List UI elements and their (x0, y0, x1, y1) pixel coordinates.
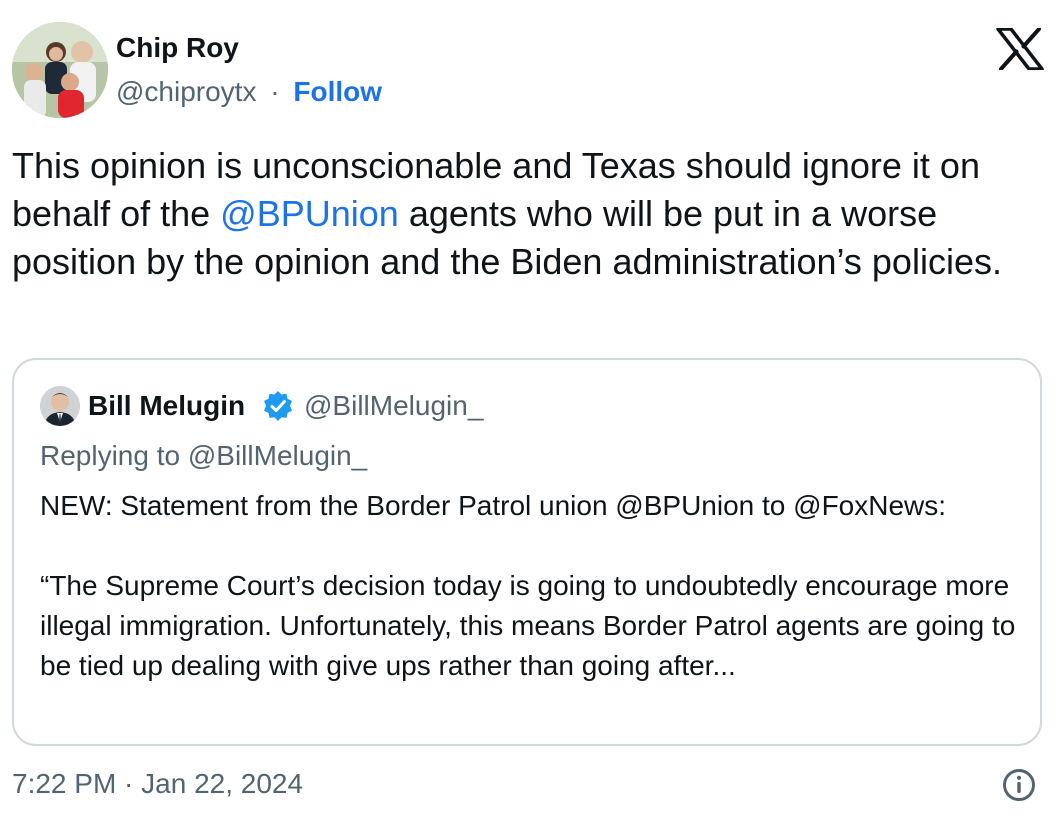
quoted-author-handle[interactable]: @BillMelugin_ (304, 388, 483, 424)
tweet-text: This opinion is unconscionable and Texas… (12, 142, 1042, 286)
tweet-timestamp[interactable]: 7:22 PM · Jan 22, 2024 (12, 766, 303, 802)
follow-button[interactable]: Follow (293, 76, 382, 107)
quoted-author-name[interactable]: Bill Melugin (88, 388, 245, 424)
tweet-embed-card: Chip Roy @chiproytx · Follow This opinio… (0, 0, 1064, 820)
replying-to-label: Replying to @BillMelugin_ (40, 440, 368, 471)
quoted-tweet[interactable]: Bill Melugin @BillMelugin_ Replying to @… (12, 358, 1042, 746)
quoted-tweet-text: NEW: Statement from the Border Patrol un… (40, 490, 1016, 681)
quoted-author-avatar[interactable] (40, 386, 80, 426)
author-handle[interactable]: @chiproytx (116, 76, 256, 107)
verified-badge-icon (262, 390, 294, 422)
author-handle-row: @chiproytx · Follow (116, 74, 382, 110)
bpunion-mention-link[interactable]: @BPUnion (220, 193, 399, 234)
x-logo-icon[interactable] (996, 27, 1044, 71)
author-name[interactable]: Chip Roy (116, 30, 239, 66)
handle-separator: · (270, 76, 280, 107)
info-icon[interactable] (1002, 768, 1036, 802)
author-avatar[interactable] (12, 22, 108, 118)
